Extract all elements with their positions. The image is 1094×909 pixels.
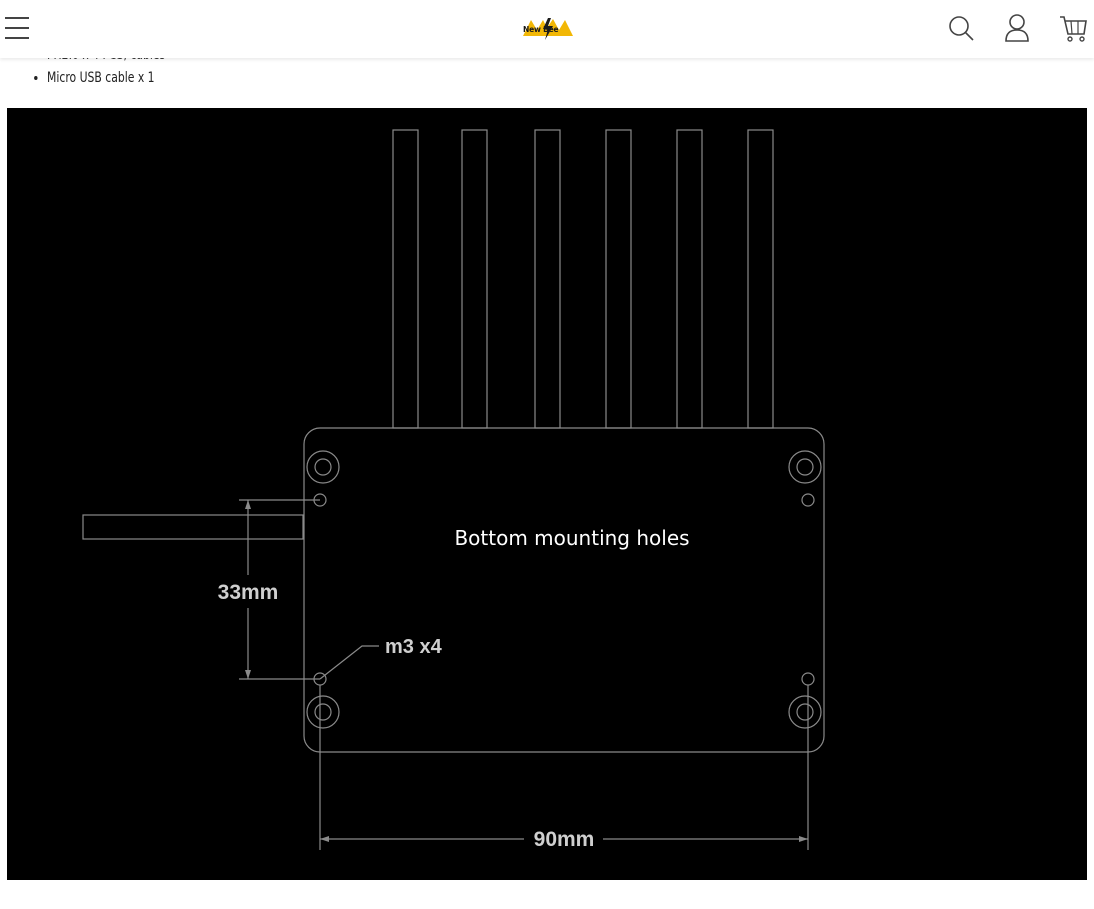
standoff-hole	[788, 695, 822, 729]
menu-icon[interactable]	[5, 15, 31, 41]
standoff-hole	[796, 703, 814, 721]
m3-hole	[801, 672, 815, 686]
logo-text: New Bee	[523, 25, 559, 34]
motor-wire	[605, 129, 632, 429]
standoff-hole	[314, 703, 332, 721]
dimension-arrow	[245, 670, 251, 679]
mounting-diagram: Bottom mounting holes 33mm 90mm m3 x4	[7, 108, 1087, 880]
board-outline	[303, 427, 825, 753]
list-item: Micro USB cable x 1	[47, 67, 165, 90]
m3-hole	[801, 493, 815, 507]
standoff-hole	[796, 458, 814, 476]
standoff-hole	[306, 450, 340, 484]
motor-wire	[676, 129, 703, 429]
motor-wire	[747, 129, 774, 429]
dimension-width-label: 90mm	[534, 828, 595, 851]
account-icon[interactable]	[1002, 12, 1032, 44]
side-cable	[82, 514, 304, 540]
standoff-hole	[788, 450, 822, 484]
standoff-hole	[314, 458, 332, 476]
brand-logo[interactable]: New Bee	[521, 16, 575, 42]
dimension-arrow	[320, 836, 329, 842]
motor-wire	[534, 129, 561, 429]
page: PH2.0 x 4 PCS, cables Micro USB cable x …	[0, 0, 1094, 909]
motor-wire	[461, 129, 488, 429]
leader-line	[319, 645, 379, 680]
cart-icon[interactable]	[1058, 12, 1088, 44]
dimension-arrow	[245, 500, 251, 509]
dimension-height-label: 33mm	[218, 581, 279, 604]
hole-size-label: m3 x4	[385, 636, 443, 658]
search-icon[interactable]	[946, 12, 976, 44]
site-header: New Bee	[0, 0, 1094, 58]
motor-wire	[392, 129, 419, 429]
mounting-diagram-svg: Bottom mounting holes 33mm 90mm m3 x4	[82, 129, 825, 851]
standoff-hole	[306, 695, 340, 729]
dimension-arrow	[799, 836, 808, 842]
diagram-title: Bottom mounting holes	[454, 526, 689, 550]
